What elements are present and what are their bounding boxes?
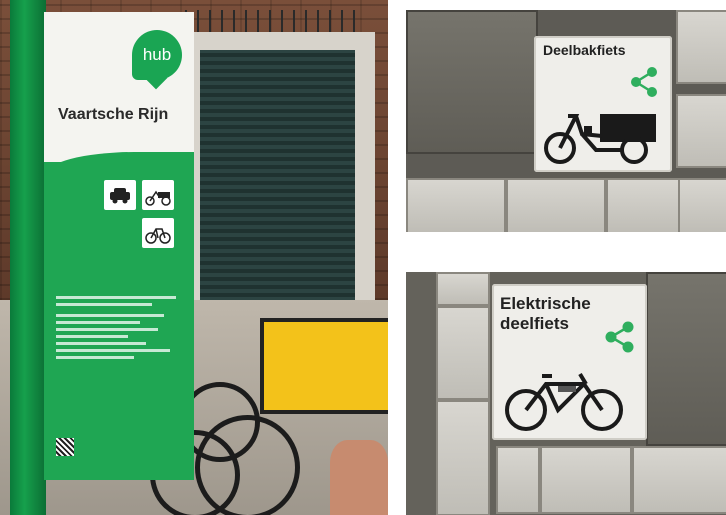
cargo-bike-icon (544, 114, 656, 164)
bakfiets-pictogram (142, 180, 174, 210)
light-paver (406, 178, 506, 232)
garage-door (200, 50, 355, 305)
sign-header: hub Vaartsche Rijn (44, 12, 194, 162)
e-bike-icon (505, 372, 623, 431)
location-name: Vaartsche Rijn (58, 106, 169, 123)
sign-info-text (56, 292, 176, 363)
sign-pole (10, 0, 46, 515)
qr-code (56, 438, 74, 456)
e-bike-pictogram (142, 218, 174, 248)
ebike-tile-photo: Elektrische deelfiets (406, 272, 726, 515)
hand (330, 440, 388, 515)
light-paver (436, 272, 490, 306)
hub-logo: hub (132, 30, 182, 80)
share-icon (605, 321, 634, 353)
tile-label: Deelbakfiets (543, 42, 626, 58)
hub-sign-photo: hub Vaartsche Rijn (0, 0, 388, 515)
ebike-tile: Elektrische deelfiets (492, 284, 647, 440)
share-icon (631, 67, 657, 97)
light-paver (606, 178, 680, 232)
light-paver (678, 178, 726, 232)
cargo-bike-box (260, 318, 388, 414)
bakfiets-tile: Deelbakfiets (534, 36, 672, 172)
light-paver (436, 306, 490, 400)
dark-paver (406, 10, 538, 154)
tile-label: Elektrische deelfiets (500, 294, 591, 333)
light-paver (540, 446, 632, 514)
light-paver (496, 446, 540, 514)
light-paver (506, 178, 606, 232)
light-paver (676, 10, 726, 84)
hub-logo-text: hub (142, 45, 172, 64)
bakfiets-tile-photo: Deelbakfiets (406, 10, 726, 232)
light-paver (436, 400, 490, 515)
light-paver (676, 94, 726, 168)
e-car-pictogram (104, 180, 136, 210)
hub-signboard: hub Vaartsche Rijn (44, 12, 194, 480)
dark-paver (646, 272, 726, 446)
light-paver (632, 446, 726, 514)
balcony-railing (185, 10, 365, 34)
